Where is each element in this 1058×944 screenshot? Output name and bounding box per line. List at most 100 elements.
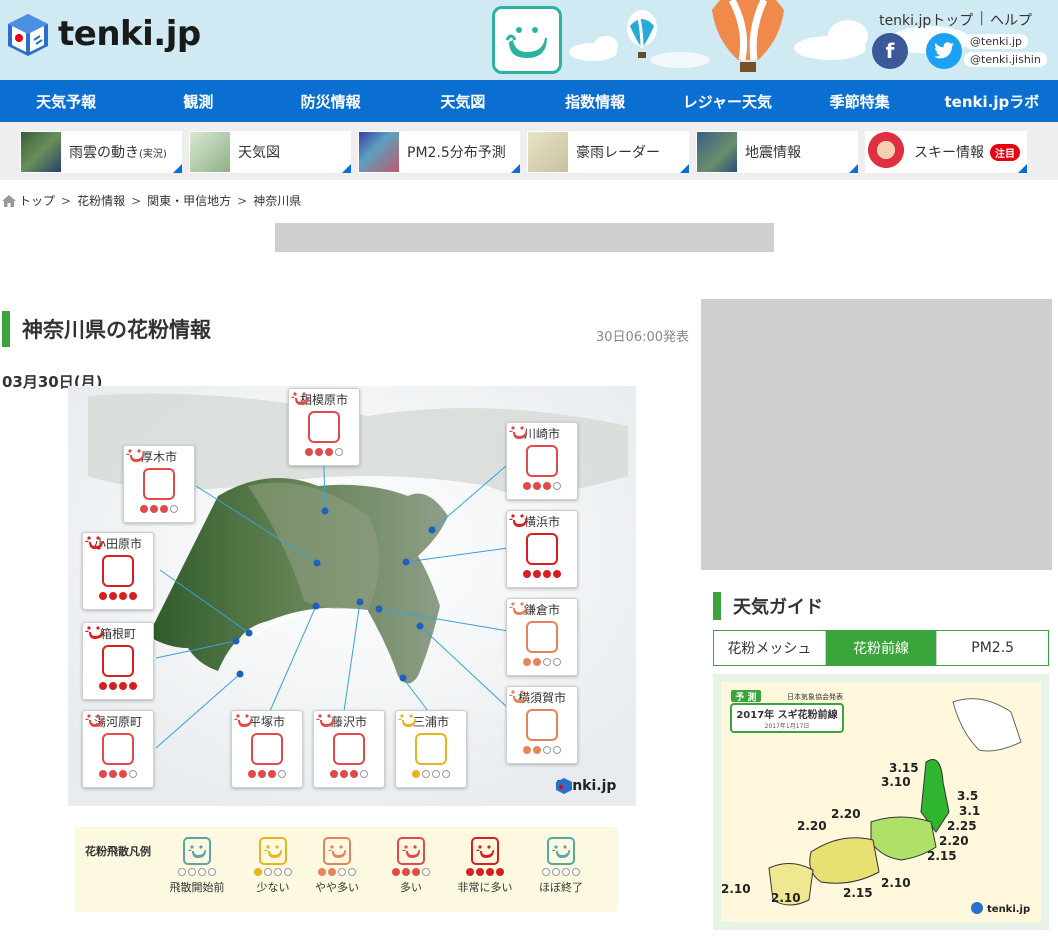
pollen-dot-filled — [119, 682, 127, 690]
quick-link-pm25[interactable]: PM2.5分布予測 — [358, 131, 520, 173]
header-links: tenki.jpトップ | ヘルプ — [879, 10, 1032, 30]
pollen-dot-filled — [318, 868, 326, 876]
quick-link-label: 天気図 — [238, 145, 280, 161]
pollen-dot-empty — [335, 448, 343, 456]
pollen-dot-filled — [486, 868, 494, 876]
city-card-hiratsuka[interactable]: 平塚市 — [231, 710, 303, 788]
pollen-face-icon — [323, 837, 351, 865]
front-title: 2017年 スギ花粉前線 — [736, 708, 837, 721]
front-date: 2017年1月17日 — [765, 722, 810, 730]
breadcrumb-top[interactable]: トップ — [19, 192, 55, 209]
pollen-dot-filled — [109, 770, 117, 778]
ski-thumbnail-icon — [866, 132, 906, 172]
pollen-dot-filled — [99, 592, 107, 600]
pollen-dot-empty — [264, 868, 272, 876]
ad-banner-top[interactable] — [275, 223, 774, 252]
front-label: 2.15 — [927, 849, 957, 863]
nav-disaster[interactable]: 防災情報 — [265, 80, 397, 122]
nav-leisure[interactable]: レジャー天気 — [661, 80, 793, 122]
pollen-face-icon — [183, 837, 211, 865]
pollen-face-icon — [398, 714, 447, 765]
tab-pm25[interactable]: PM2.5 — [936, 631, 1049, 665]
pollen-dot-empty — [553, 658, 561, 666]
front-label: 3.5 — [957, 789, 978, 803]
nav-index[interactable]: 指数情報 — [529, 80, 661, 122]
pollen-dots — [83, 682, 153, 690]
pollen-dot-empty — [572, 868, 580, 876]
site-logo[interactable]: tenki.jp — [6, 12, 201, 56]
quick-links: 雨雲の動き(実況) 天気図 PM2.5分布予測 豪雨レーダー 地震情報 スキー情… — [0, 122, 1058, 180]
tab-pollen-front[interactable]: 花粉前線 — [824, 631, 937, 665]
breadcrumb-pollen[interactable]: 花粉情報 — [77, 192, 125, 209]
pollen-dot-filled — [466, 868, 474, 876]
front-label: 2.15 — [843, 886, 873, 900]
pollen-dots — [507, 746, 577, 754]
breadcrumb-kanto[interactable]: 関東・甲信地方 — [147, 192, 231, 209]
front-label: 3.15 — [889, 761, 919, 775]
legend-label: ほぼ終了 — [539, 881, 583, 894]
city-card-kawasaki[interactable]: 川崎市 — [506, 422, 578, 500]
front-label: 2.20 — [831, 807, 861, 821]
tenki-cube-icon — [556, 778, 572, 794]
social-buttons: f — [872, 33, 962, 69]
city-card-sagamihara[interactable]: 相模原市 — [288, 388, 360, 466]
twitter-icon[interactable] — [926, 33, 962, 69]
legend-label: 飛散開始前 — [169, 881, 225, 894]
pollen-front-panel[interactable]: 予 測 日本気象協会発表 2017年 スギ花粉前線 2017年1月17日 3.1… — [713, 674, 1049, 930]
front-label: 3.10 — [881, 775, 911, 789]
pollen-face-icon — [259, 837, 287, 865]
city-card-kamakura[interactable]: 鎌倉市 — [506, 598, 578, 676]
pollen-dots — [521, 868, 601, 876]
quick-link-heavy-rain[interactable]: 豪雨レーダー — [527, 131, 689, 173]
city-card-fujisawa[interactable]: 藤沢市 — [313, 710, 385, 788]
weather-map-thumbnail-icon — [190, 132, 230, 172]
pollen-dot-filled — [109, 592, 117, 600]
pollen-legend: 花粉飛散凡例 飛散開始前 少ない やや多い 多い 非常に多い ほぼ終了 — [75, 827, 618, 911]
quick-link-rain-cloud[interactable]: 雨雲の動き(実況) — [20, 131, 182, 173]
city-card-hakone[interactable]: 箱根町 — [82, 622, 154, 700]
nav-labo[interactable]: tenki.jpラボ — [926, 80, 1058, 122]
balloon-large-icon — [712, 0, 784, 72]
mascot-button[interactable] — [492, 6, 562, 74]
nav-seasonal[interactable]: 季節特集 — [794, 80, 926, 122]
pollen-face-icon — [509, 426, 558, 477]
city-card-yokohama[interactable]: 横浜市 — [506, 510, 578, 588]
pollen-dot-filled — [523, 658, 531, 666]
pollen-dot-empty — [422, 868, 430, 876]
link-tenki-top[interactable]: tenki.jpトップ — [879, 10, 973, 30]
facebook-icon[interactable]: f — [872, 33, 908, 69]
handle-jishin[interactable]: @tenki.jishin — [964, 52, 1047, 67]
pollen-dot-filled — [305, 448, 313, 456]
city-card-yokosuka[interactable]: 横須賀市 — [506, 686, 578, 764]
pollen-dots — [445, 868, 525, 876]
city-card-miura[interactable]: 三浦市 — [395, 710, 467, 788]
nav-observation[interactable]: 観測 — [132, 80, 264, 122]
pollen-dot-empty — [188, 868, 196, 876]
pollen-face-icon — [85, 536, 134, 587]
pollen-dot-filled — [543, 570, 551, 578]
quick-link-ski[interactable]: スキー情報 注目 — [865, 131, 1027, 173]
nav-forecast[interactable]: 天気予報 — [0, 80, 132, 122]
guide-title: 天気ガイド — [713, 592, 823, 620]
quick-link-earthquake[interactable]: 地震情報 — [696, 131, 858, 173]
map-logo: tenki.jp — [556, 778, 616, 794]
pollen-dot-filled — [150, 505, 158, 513]
pollen-dots — [83, 770, 153, 778]
handle-tenki[interactable]: @tenki.jp — [964, 34, 1029, 49]
city-card-atsugi[interactable]: 厚木市 — [123, 445, 195, 523]
city-card-yugawara[interactable]: 湯河原町 — [82, 710, 154, 788]
front-label: 3.1 — [959, 804, 980, 818]
quick-link-weather-map[interactable]: 天気図 — [189, 131, 351, 173]
pollen-dot-empty — [360, 770, 368, 778]
link-help[interactable]: ヘルプ — [990, 10, 1032, 30]
tab-pollen-mesh[interactable]: 花粉メッシュ — [714, 631, 825, 665]
site-header: tenki.jp tenki.jpトップ | ヘルプ f @tenki.jp @… — [0, 0, 1058, 80]
pollen-dot-filled — [160, 505, 168, 513]
nav-weather-map[interactable]: 天気図 — [397, 80, 529, 122]
ad-banner-right[interactable] — [701, 299, 1052, 570]
city-card-odawara[interactable]: 小田原市 — [82, 532, 154, 610]
heavy-rain-thumbnail-icon — [528, 132, 568, 172]
legend-item-end: ほぼ終了 — [521, 837, 601, 895]
mascot-face-icon — [505, 27, 547, 58]
pollen-dot-empty — [208, 868, 216, 876]
